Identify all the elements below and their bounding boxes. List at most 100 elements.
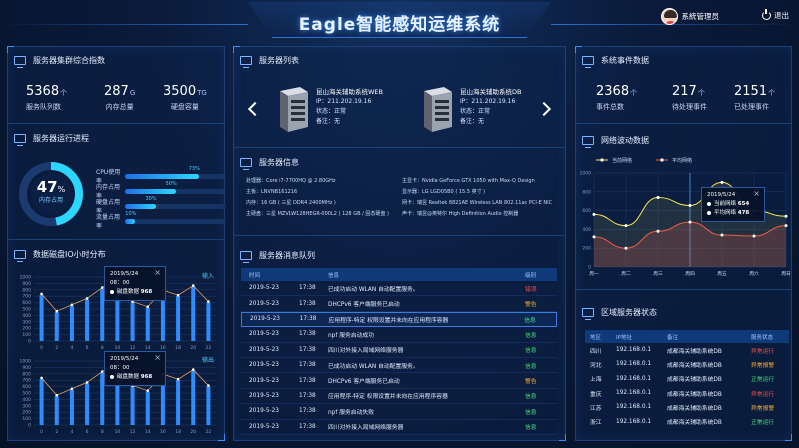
data-point[interactable]	[720, 233, 724, 237]
x-tick-label: 周一	[589, 271, 599, 277]
logout-button[interactable]: 退出	[762, 9, 789, 21]
tooltip-time: 08：00	[110, 365, 130, 371]
y-tick-label: 800	[22, 371, 31, 377]
queue-date: 2019-5-23	[249, 346, 280, 353]
user-menu[interactable]: 系統管理员	[660, 8, 719, 25]
bar[interactable]	[145, 307, 150, 341]
queue-row[interactable]: 2019-5-23 17:38 应用程序-特定 权限设置并未向在应用程序容器 信息	[241, 389, 557, 405]
queue-row[interactable]: 2019-5-23 17:38 已成功启动 WLAN 自动配置服务。 错误	[241, 281, 557, 297]
data-point[interactable]	[688, 204, 692, 208]
bar[interactable]	[39, 378, 44, 425]
queue-msg: 四川对外接入局域网络服务器	[328, 348, 404, 355]
events-done-value: 2151	[734, 84, 768, 99]
data-point[interactable]	[592, 212, 596, 216]
legend-label[interactable]: 当前网络	[612, 157, 632, 164]
queue-level: 警告	[525, 379, 537, 386]
bar[interactable]	[191, 286, 196, 341]
server-card[interactable]: 昆山海关辅助系统WEB IP：211.202.19.16 状态：正常 备注：无	[276, 87, 383, 133]
tooltip-value: 968	[140, 289, 153, 295]
region-status: 异常运行	[751, 348, 775, 355]
queue-row[interactable]: 2019-5-23 17:38 四川对外接入局域网络服务器 信息	[241, 343, 557, 358]
y-tick-label: 500	[22, 391, 31, 397]
region-row[interactable]: 浙江 192.168.0.1 成都海关辅助系统DB 正常运行	[585, 414, 789, 428]
events-done-unit: 个	[768, 89, 776, 97]
info-board: 主板：LNVNB161216	[246, 189, 298, 195]
close-icon[interactable]: ×	[753, 189, 760, 198]
stat-memory-value: 287	[104, 84, 129, 99]
y-tick-label: 0	[28, 423, 31, 429]
data-point[interactable]	[720, 180, 724, 184]
data-point[interactable]	[624, 246, 628, 250]
queue-row[interactable]: 2019-5-23 17:38 DHCPv6 客户端服务已启动 警告	[241, 373, 557, 389]
queue-row[interactable]: 2019-5-23 17:38 应用程序-特定 权限设置并未向在应用程序容器 信息	[241, 311, 557, 328]
queue-time: 17:38	[299, 362, 316, 369]
server-card[interactable]: 昆山海关辅助系统DB IP：211.202.19.16 状态：正常 备注：无	[420, 87, 521, 133]
server-info: 昆山海关辅助系统WEB IP：211.202.19.16 状态：正常 备注：无	[316, 87, 383, 133]
region-ip: 192.168.0.1	[616, 375, 652, 382]
queue-row[interactable]: 2019-5-23 17:38 四川对外接入局域网络服务器 信息	[241, 420, 557, 435]
y-tick-label: 900	[22, 365, 31, 371]
bar[interactable]	[130, 302, 135, 341]
y-tick-label: 800	[582, 189, 591, 195]
queue-time: 17:38	[299, 392, 316, 399]
queue-msg: DHCPv6 客户端服务已启动	[328, 302, 400, 309]
bar[interactable]	[54, 396, 59, 425]
bar[interactable]	[130, 386, 135, 425]
bar[interactable]	[176, 380, 181, 425]
bar[interactable]	[85, 383, 90, 425]
stat-memory: 287G 内存总量	[104, 84, 135, 112]
tooltip-label: 当前网络	[714, 201, 737, 207]
prev-arrow-icon[interactable]	[247, 101, 263, 117]
col-time: 时间	[249, 272, 261, 279]
queue-time: 17:38	[299, 408, 316, 415]
region-row[interactable]: 四川 192.168.0.1 成都海关辅助系统DB 异常运行	[585, 343, 789, 357]
bar[interactable]	[206, 302, 211, 341]
next-arrow-icon[interactable]	[536, 101, 552, 117]
close-icon[interactable]: ×	[154, 353, 161, 362]
queue-row[interactable]: 2019-5-23 17:38 npf 服务启动成功 信息	[241, 327, 557, 343]
divider	[576, 289, 791, 290]
x-tick-label: 周二	[621, 271, 631, 277]
server-name: 昆山海关辅助系统WEB	[316, 88, 383, 96]
bar[interactable]	[85, 299, 90, 341]
bar[interactable]	[191, 370, 196, 425]
data-point[interactable]	[592, 235, 596, 239]
bar[interactable]	[54, 312, 59, 341]
y-tick-label: 300	[22, 403, 31, 409]
data-point[interactable]	[624, 224, 628, 228]
server-icon	[280, 87, 308, 132]
bar-fill	[125, 173, 199, 179]
bar[interactable]	[39, 294, 44, 341]
region-note: 成都海关辅助系统DB	[667, 391, 722, 398]
data-point[interactable]	[656, 195, 660, 199]
x-tick-label: 18	[175, 429, 181, 435]
col-level: 级别	[525, 272, 537, 279]
region-ip: 192.168.0.1	[616, 418, 652, 425]
monitor-icon	[240, 158, 252, 170]
queue-row[interactable]: 2019-5-23 17:38 已成功启动 WLAN 自动配置服务。 信息	[241, 358, 557, 374]
bar[interactable]	[206, 386, 211, 425]
queue-row[interactable]: 2019-5-23 17:38 npf 服务启动失败 信息	[241, 404, 557, 420]
bar-track: 50%	[125, 181, 226, 194]
y-tick-label: 200	[22, 410, 31, 416]
bar[interactable]	[69, 305, 74, 341]
server-status: 状态：正常	[316, 108, 347, 115]
close-icon[interactable]: ×	[154, 268, 161, 277]
region-row[interactable]: 上海 192.168.0.1 成都海关辅助系统DB 正常运行	[585, 372, 789, 386]
region-row[interactable]: 河北 192.168.0.1 成都海关辅助系统DB 异常报警	[585, 357, 789, 371]
bar[interactable]	[145, 391, 150, 425]
queue-row[interactable]: 2019-5-23 17:38 DHCPv6 客户端服务已启动 警告	[241, 296, 557, 312]
region-note: 成都海关辅助系统DB	[667, 377, 722, 384]
region-row[interactable]: 江苏 192.168.0.1 成都海关辅助系统DB 异常报警	[585, 400, 789, 414]
bar[interactable]	[69, 389, 74, 425]
region-row[interactable]: 重庆 192.168.0.1 成都海关辅助系统DB 异常运行	[585, 386, 789, 400]
divider	[234, 147, 565, 148]
data-point[interactable]	[688, 220, 692, 224]
data-point[interactable]	[784, 224, 788, 228]
data-point[interactable]	[656, 229, 660, 233]
data-point[interactable]	[784, 214, 788, 218]
bar[interactable]	[176, 296, 181, 341]
legend-label[interactable]: 平均网络	[672, 157, 692, 164]
queue-msg: 已成功启动 WLAN 自动配置服务。	[328, 363, 419, 370]
data-point[interactable]	[752, 234, 756, 238]
